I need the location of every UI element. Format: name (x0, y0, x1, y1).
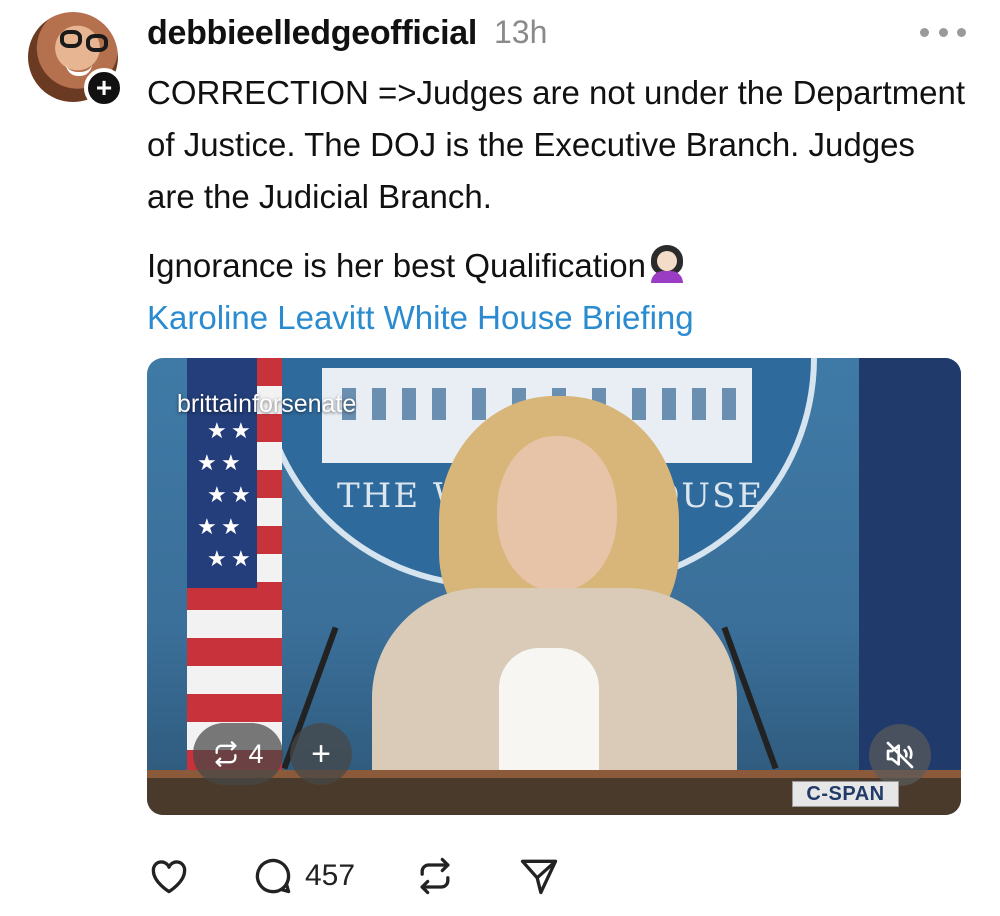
action-bar: 457 (147, 850, 747, 902)
video-player[interactable]: THE WH OUSE ★ ★ ★ ★ ★ ★ ★ ★ ★ ★ brittainforsen… (147, 358, 961, 815)
repost-button[interactable] (413, 850, 457, 902)
avatar-glasses-left (60, 30, 82, 48)
post-time: 13h (494, 14, 548, 50)
network-logo: C-SPAN (792, 781, 899, 807)
woman-facepalming-emoji-icon (648, 245, 686, 283)
post-body: CORRECTION =>Judges are not under the De… (147, 74, 966, 215)
mute-toggle[interactable] (869, 724, 931, 786)
avatar-glasses-right (86, 34, 108, 52)
topic-link[interactable]: Karoline Leavitt White House Briefing (147, 292, 694, 344)
video-person-face (497, 436, 617, 591)
follow-button[interactable]: + (84, 68, 124, 108)
more-options-icon[interactable] (920, 20, 966, 44)
share-button[interactable] (517, 850, 561, 902)
repost-icon (420, 857, 450, 895)
comment-icon (255, 858, 291, 894)
username[interactable]: debbieelledgeofficial (147, 14, 477, 53)
repost-icon (215, 741, 237, 767)
post-body-line2-text: Ignorance is her best Qualification (147, 247, 646, 284)
video-repost-count: 4 (248, 738, 264, 769)
muted-speaker-icon (886, 741, 914, 769)
heart-icon (151, 860, 187, 894)
post-body-line2: Ignorance is her best Qualification (147, 240, 686, 292)
like-button[interactable] (147, 850, 191, 902)
video-channel-label: brittainforsenate (177, 390, 357, 418)
send-icon (520, 859, 558, 895)
reply-count: 457 (305, 859, 356, 892)
video-repost-button[interactable]: 4 (193, 723, 283, 785)
reply-button[interactable]: 457 (251, 850, 355, 902)
video-add-button[interactable]: + (290, 723, 352, 785)
